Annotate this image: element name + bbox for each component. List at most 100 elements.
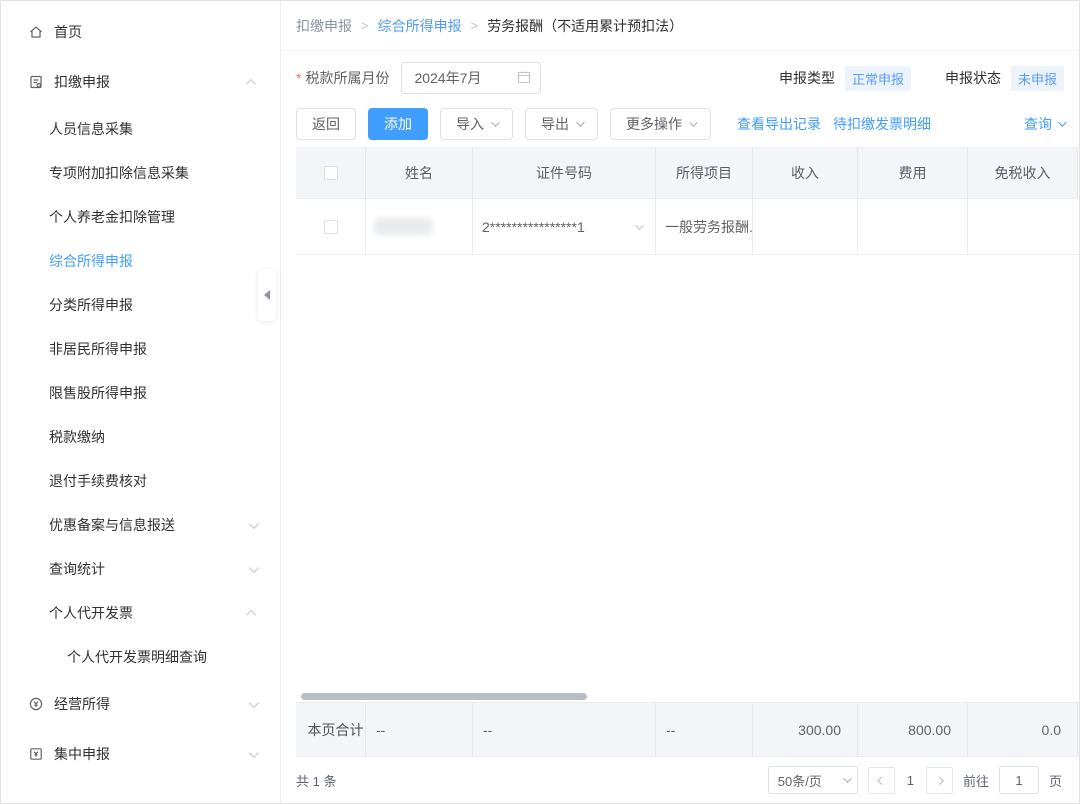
chevron-down-icon	[248, 562, 259, 573]
sidebar-item-special-deduction-info[interactable]: 专项附加扣除信息采集	[1, 151, 280, 195]
pagination-controls: 50条/页 1 前往 1 页	[767, 766, 1062, 794]
calendar-icon	[517, 70, 531, 87]
sidebar-item-withholding-declaration[interactable]: 扣缴申报	[1, 57, 280, 107]
column-header-name: 姓名	[366, 147, 473, 199]
sidebar-item-comprehensive-income[interactable]: 综合所得申报	[1, 239, 280, 283]
sidebar-item-nonresident-income[interactable]: 非居民所得申报	[1, 327, 280, 371]
add-button[interactable]: 添加	[368, 108, 428, 140]
sidebar-item-personal-invoice[interactable]: 个人代开发票	[1, 591, 280, 635]
prev-page-button[interactable]	[867, 766, 895, 794]
sidebar-item-preferential-filing[interactable]: 优惠备案与信息报送	[1, 503, 280, 547]
row-name-cell	[366, 199, 473, 254]
table-empty-area	[296, 255, 1079, 691]
table-header-row: 姓名 证件号码 所得项目 收入 费用 免税收入	[296, 147, 1079, 199]
declaration-status-label: 申报状态	[944, 70, 1001, 86]
column-header-income: 收入	[753, 147, 858, 199]
row-checkbox[interactable]	[323, 219, 338, 234]
next-page-button[interactable]	[925, 766, 953, 794]
chevron-down-icon	[689, 118, 698, 127]
sidebar-item-refund-fee-check[interactable]: 退付手续费核对	[1, 459, 280, 503]
sidebar-item-label: 人员信息采集	[49, 121, 133, 137]
status-group: 申报类型 正常申报 申报状态 未申报	[778, 65, 1064, 91]
sidebar-item-label: 优惠备案与信息报送	[49, 517, 175, 533]
pending-withholding-invoices-link[interactable]: 待扣缴发票明细	[833, 114, 931, 134]
sidebar-item-label: 查询统计	[49, 561, 105, 577]
withholding-report-icon	[28, 74, 44, 90]
sidebar-collapse-handle[interactable]	[258, 269, 276, 321]
column-header-tax-free-income: 免税收入	[968, 147, 1078, 199]
summary-label-cell: 本页合计	[296, 703, 366, 756]
column-header-cert-number: 证件号码	[473, 147, 656, 199]
tax-month-picker[interactable]: 2024年7月	[401, 62, 542, 94]
sidebar-item-centralized-declaration[interactable]: 集中申报	[1, 729, 280, 779]
sidebar-item-label: 经营所得	[54, 696, 110, 712]
chevron-down-icon	[248, 747, 259, 758]
summary-income-item-cell: --	[656, 703, 753, 756]
current-page-number: 1	[906, 772, 914, 788]
sidebar-item-label: 非居民所得申报	[49, 341, 147, 357]
sidebar-item-tax-payment[interactable]: 税款缴纳	[1, 415, 280, 459]
row-income-cell[interactable]	[753, 199, 858, 254]
sidebar-item-label: 限售股所得申报	[49, 385, 147, 401]
summary-name-value: --	[376, 721, 386, 738]
breadcrumb: 扣缴申报 > 综合所得申报 > 劳务报酬（不适用累计预扣法）	[281, 1, 1079, 51]
page-size-value: 50条/页	[777, 773, 822, 789]
sidebar-item-business-income[interactable]: 经营所得	[1, 679, 280, 729]
import-button-label: 导入	[456, 116, 484, 132]
goto-page-input[interactable]: 1	[998, 766, 1039, 794]
goto-label: 前往	[962, 773, 989, 789]
back-button[interactable]: 返回	[296, 108, 356, 140]
summary-cert-cell: --	[473, 703, 656, 756]
cert-number-value: 2****************1	[482, 218, 585, 235]
query-toggle[interactable]: 查询	[1024, 114, 1067, 134]
row-fee-cell[interactable]	[858, 199, 968, 254]
page-size-select[interactable]: 50条/页	[767, 766, 858, 794]
sidebar-item-label: 个人养老金扣除管理	[49, 209, 175, 225]
import-button[interactable]: 导入	[440, 108, 513, 140]
sidebar-item-personnel-info[interactable]: 人员信息采集	[1, 107, 280, 151]
column-header-fee: 费用	[858, 147, 968, 199]
row-income-item-cell[interactable]: 一般劳务报酬...	[656, 199, 753, 254]
centralized-declaration-icon	[28, 746, 44, 762]
row-cert-cell: 2****************1	[473, 199, 656, 254]
app-window: 首页 扣缴申报 人员信息采集 专项附加扣除信息采集 个人养老金扣除管理 综合所得…	[0, 0, 1080, 804]
chevron-down-icon	[248, 697, 259, 708]
export-button[interactable]: 导出	[525, 108, 598, 140]
summary-name-cell: --	[366, 703, 473, 756]
summary-income-item-value: --	[666, 721, 676, 738]
declaration-type-label: 申报类型	[778, 70, 835, 86]
more-actions-button[interactable]: 更多操作	[610, 108, 711, 140]
sidebar-item-classified-income[interactable]: 分类所得申报	[1, 283, 280, 327]
sidebar: 首页 扣缴申报 人员信息采集 专项附加扣除信息采集 个人养老金扣除管理 综合所得…	[1, 1, 281, 803]
breadcrumb-item-comprehensive-income[interactable]: 综合所得申报	[378, 16, 462, 36]
table-row[interactable]: 2****************1 一般劳务报酬...	[296, 199, 1079, 255]
main-content: 扣缴申报 > 综合所得申报 > 劳务报酬（不适用累计预扣法） * 税款所属月份 …	[281, 1, 1079, 803]
row-select-cell	[296, 199, 366, 254]
chevron-left-icon	[877, 776, 887, 785]
toolbar: 返回 添加 导入 导出 更多操作 查看导出记录 待扣缴发票明细 查询	[281, 101, 1079, 147]
sidebar-item-personal-invoice-detail-query[interactable]: 个人代开发票明细查询	[1, 635, 280, 679]
sidebar-item-label: 首页	[54, 24, 82, 40]
data-table: 姓名 证件号码 所得项目 收入 费用 免税收入 2***************…	[296, 147, 1079, 757]
sidebar-item-restricted-stock-income[interactable]: 限售股所得申报	[1, 371, 280, 415]
summary-income-cell: 300.00	[753, 703, 858, 756]
row-tax-free-cell[interactable]	[968, 199, 1078, 254]
summary-fee-cell: 800.00	[858, 703, 968, 756]
sidebar-item-query-statistics[interactable]: 查询统计	[1, 547, 280, 591]
select-all-checkbox[interactable]	[323, 166, 338, 180]
chevron-up-icon	[246, 78, 257, 89]
horizontal-scrollbar-thumb[interactable]	[301, 693, 587, 700]
sidebar-item-pension-deduction[interactable]: 个人养老金扣除管理	[1, 195, 280, 239]
view-export-records-link[interactable]: 查看导出记录	[737, 114, 821, 134]
summary-tax-free-cell: 0.0	[968, 703, 1078, 756]
redacted-name	[374, 218, 432, 235]
cert-chevron-down-icon[interactable]	[635, 220, 644, 230]
home-icon	[28, 24, 44, 40]
declaration-type-badge: 正常申报	[844, 65, 911, 91]
header-select-cell	[296, 147, 366, 199]
sidebar-item-label: 扣缴申报	[54, 74, 110, 90]
sidebar-item-home[interactable]: 首页	[1, 7, 280, 57]
filter-row: * 税款所属月份 2024年7月 申报类型 正常申报 申报状态 未申报	[281, 55, 1079, 101]
breadcrumb-item-withholding: 扣缴申报	[296, 17, 352, 34]
sidebar-item-label: 税款缴纳	[49, 429, 105, 445]
